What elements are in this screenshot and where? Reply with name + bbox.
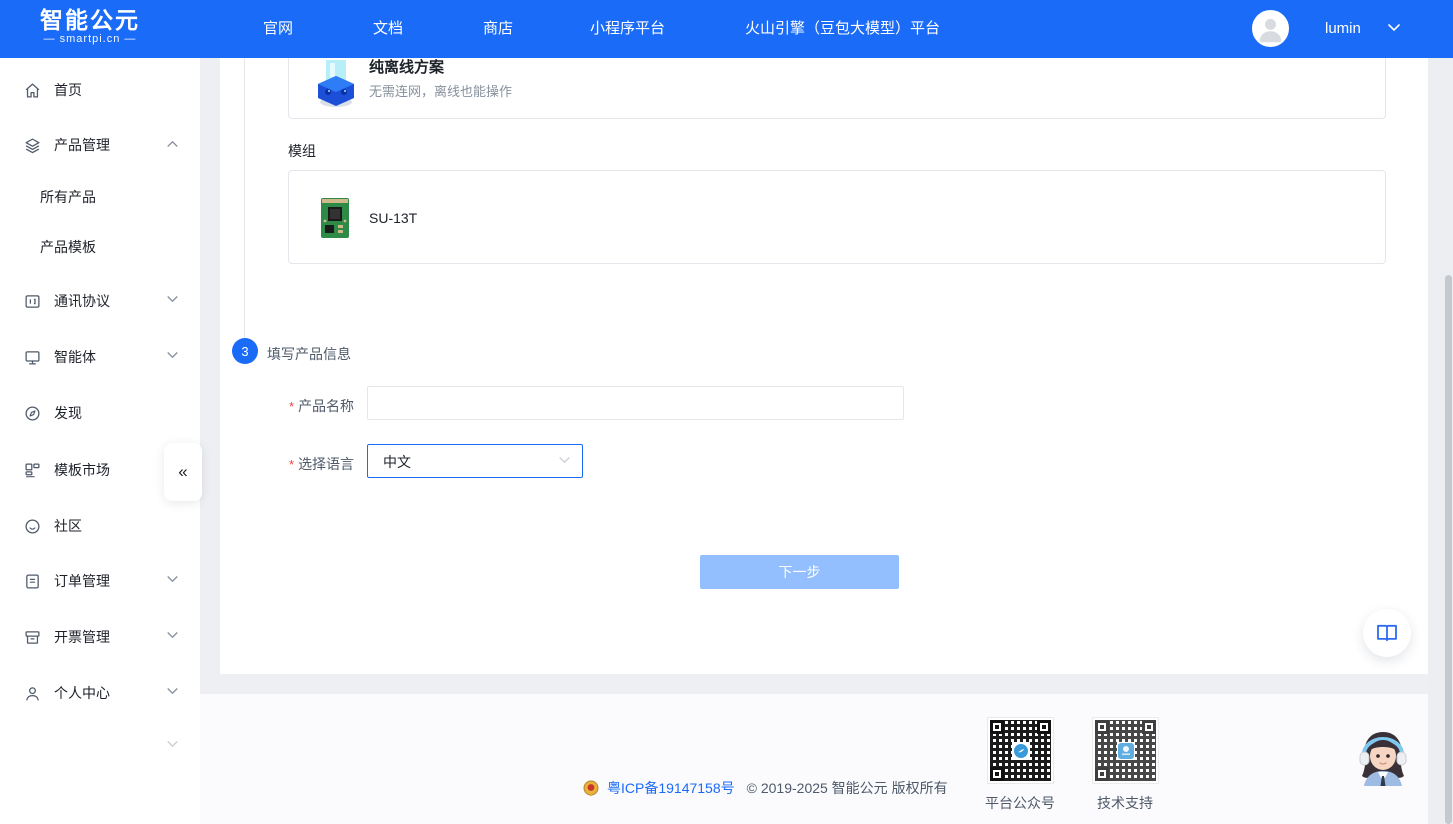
user-menu-chevron-down-icon[interactable] xyxy=(1388,24,1400,32)
module-section-heading: 模组 xyxy=(288,141,316,161)
qr-code-tech-support xyxy=(1093,718,1158,783)
scrollbar-track[interactable] xyxy=(1428,58,1453,824)
pcb-module-image xyxy=(321,198,349,238)
footer-legal-row: 粤ICP备19147158号 © 2019-2025 智能公元 版权所有 xyxy=(583,778,948,798)
qr-center-logo xyxy=(1012,742,1030,760)
chevron-down-icon xyxy=(167,296,178,303)
chevron-up-icon xyxy=(167,140,178,147)
open-book-icon xyxy=(1376,624,1398,642)
scrollbar-thumb[interactable] xyxy=(1445,275,1452,824)
sidebar-item-communication-protocol[interactable]: 通讯协议 xyxy=(0,281,200,321)
nav-docs[interactable]: 文档 xyxy=(373,0,403,58)
qr1-label: 平台公众号 xyxy=(975,793,1065,813)
sidebar-item-product-templates[interactable]: 产品模板 xyxy=(0,227,200,267)
layers-icon xyxy=(24,137,41,154)
product-name-label: *产品名称 xyxy=(289,396,354,416)
chevron-down-icon xyxy=(167,632,178,639)
sidebar-item-label: 首页 xyxy=(54,80,82,100)
username-label[interactable]: lumin xyxy=(1325,0,1361,58)
protocol-chip-icon xyxy=(24,293,41,310)
sidebar-item-discover[interactable]: 发现 xyxy=(0,393,200,433)
footer: 粤ICP备19147158号 © 2019-2025 智能公元 版权所有 平台公… xyxy=(200,694,1428,824)
sidebar-item-all-products[interactable]: 所有产品 xyxy=(0,177,200,217)
sidebar-item-label: 产品管理 xyxy=(54,135,110,155)
nav-miniprogram-platform[interactable]: 小程序平台 xyxy=(590,0,665,58)
user-avatar[interactable] xyxy=(1252,10,1289,47)
language-label: *选择语言 xyxy=(289,454,354,474)
collapse-icon: « xyxy=(178,462,187,482)
sidebar-item-label: 智能体 xyxy=(54,347,96,367)
chevron-down-icon xyxy=(167,688,178,695)
sidebar-item-order-management[interactable]: 订单管理 xyxy=(0,561,200,601)
sidebar-item-personal-center[interactable]: 个人中心 xyxy=(0,673,200,713)
customer-service-mascot[interactable] xyxy=(1352,728,1414,799)
sidebar-item-label: 通讯协议 xyxy=(54,291,110,311)
nav-store[interactable]: 商店 xyxy=(483,0,513,58)
police-badge-icon xyxy=(583,780,599,797)
select-chevron-down-icon xyxy=(559,457,570,464)
sidebar-item-agent[interactable]: 智能体 xyxy=(0,337,200,377)
logo-subtitle: — smartpi.cn — xyxy=(40,33,140,45)
sidebar-item-label: 开票管理 xyxy=(54,627,110,647)
archive-box-icon xyxy=(24,629,41,646)
sidebar-item-label: 个人中心 xyxy=(54,683,110,703)
sidebar-subitem-label: 所有产品 xyxy=(40,187,96,207)
offline-card-description: 无需连网，离线也能操作 xyxy=(369,81,512,100)
step-connector-line xyxy=(244,58,245,338)
top-navbar: 智能公元 — smartpi.cn — 官网 文档 商店 小程序平台 火山引擎（… xyxy=(0,0,1453,58)
sidebar: 首页 产品管理 所有产品 产品模板 通讯协议 智能体 发现 模板市场 社区 订单… xyxy=(0,58,200,824)
logo[interactable]: 智能公元 — smartpi.cn — xyxy=(40,7,140,45)
module-name: SU-13T xyxy=(369,210,417,226)
documentation-fab-button[interactable] xyxy=(1363,609,1411,657)
required-asterisk: * xyxy=(289,457,294,472)
qr-center-logo xyxy=(1117,742,1135,760)
layout-grid-icon xyxy=(24,462,41,479)
content-panel: 纯离线方案 无需连网，离线也能操作 模组 SU-13T 3 填写产品信息 *产品… xyxy=(220,58,1428,674)
offline-solution-card[interactable]: 纯离线方案 无需连网，离线也能操作 xyxy=(288,58,1386,119)
sidebar-item-invoice-management[interactable]: 开票管理 xyxy=(0,617,200,657)
sidebar-item-label: 社区 xyxy=(54,516,82,536)
footer-divider-band xyxy=(200,674,1428,694)
qr-code-official-account xyxy=(988,718,1053,783)
sidebar-item-collapsed[interactable] xyxy=(0,726,200,766)
sidebar-item-home[interactable]: 首页 xyxy=(0,70,200,110)
offline-cube-icon xyxy=(314,58,358,108)
step-number: 3 xyxy=(241,344,248,359)
sidebar-item-label: 发现 xyxy=(54,403,82,423)
qr2-label: 技术支持 xyxy=(1080,793,1170,813)
chevron-down-icon xyxy=(167,352,178,359)
chevron-down-icon xyxy=(167,576,178,583)
chevron-down-icon xyxy=(167,741,178,748)
nav-volcengine-platform[interactable]: 火山引擎（豆包大模型）平台 xyxy=(745,0,940,58)
sidebar-item-label: 订单管理 xyxy=(54,571,110,591)
icp-link[interactable]: 粤ICP备19147158号 xyxy=(607,778,735,798)
product-name-input[interactable] xyxy=(367,386,904,420)
language-select-value: 中文 xyxy=(383,452,411,472)
step-3-badge: 3 xyxy=(232,338,258,364)
module-card-su13t[interactable]: SU-13T xyxy=(288,170,1386,264)
monitor-icon xyxy=(24,349,41,366)
sidebar-item-label: 模板市场 xyxy=(54,460,110,480)
offline-card-title: 纯离线方案 xyxy=(369,58,444,77)
sidebar-collapse-handle[interactable]: « xyxy=(164,443,202,501)
logo-title: 智能公元 xyxy=(40,7,140,33)
language-select[interactable]: 中文 xyxy=(367,444,583,478)
nav-official-site[interactable]: 官网 xyxy=(263,0,293,58)
required-asterisk: * xyxy=(289,399,294,414)
sidebar-subitem-label: 产品模板 xyxy=(40,237,96,257)
compass-icon xyxy=(24,405,41,422)
sidebar-item-product-management[interactable]: 产品管理 xyxy=(0,125,200,165)
next-step-button[interactable]: 下一步 xyxy=(700,555,899,589)
user-icon xyxy=(24,685,41,702)
smiley-icon xyxy=(24,518,41,535)
home-icon xyxy=(24,82,41,99)
document-icon xyxy=(24,573,41,590)
sidebar-item-community[interactable]: 社区 xyxy=(0,506,200,546)
step-3-label: 填写产品信息 xyxy=(267,344,351,364)
copyright-text: © 2019-2025 智能公元 版权所有 xyxy=(747,778,948,798)
person-icon xyxy=(1254,12,1287,45)
